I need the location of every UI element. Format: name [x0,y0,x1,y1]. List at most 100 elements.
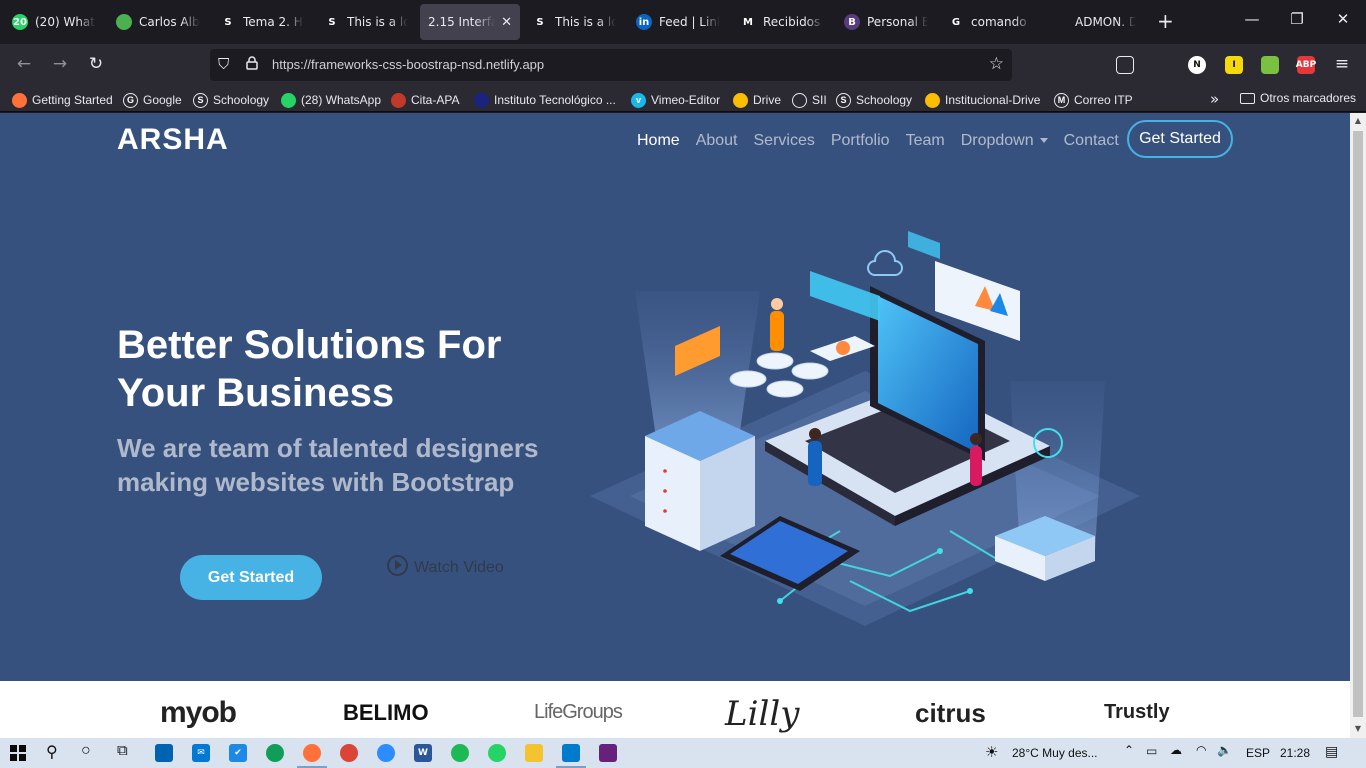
instapaper-icon[interactable]: I [1225,56,1243,74]
visual-studio-icon[interactable] [599,744,617,762]
hero-get-started-button[interactable]: Get Started [180,555,322,600]
bookmark-item[interactable]: SII [792,91,827,109]
adblock-icon[interactable]: ABP [1296,56,1316,74]
firefox-icon[interactable] [303,744,321,762]
bookmark-item[interactable]: S Schoology [193,91,269,109]
url-text[interactable]: https://frameworks-css-boostrap-nsd.netl… [272,57,544,72]
tab-title: (20) WhatsA [35,15,96,29]
scrollbar-thumb[interactable] [1353,131,1363,717]
nav-link-team[interactable]: Team [906,132,945,150]
battery-icon[interactable]: ▭ [1146,744,1157,758]
mail-icon[interactable]: ✉ [192,744,210,762]
notion-icon[interactable]: N [1188,56,1206,74]
forward-icon[interactable]: → [48,54,72,74]
nav-link-label: Dropdown [960,132,1034,149]
reload-icon[interactable]: ↻ [84,54,108,74]
bookmark-item[interactable]: Institucional-Drive [925,91,1040,109]
vscode-icon[interactable] [562,744,580,762]
bookmark-item[interactable]: Instituto Tecnológico ... [474,91,616,109]
browser-tab[interactable]: M Recibidos ( [732,4,832,40]
nav-link-home[interactable]: Home [637,132,680,150]
other-bookmarks-folder[interactable]: Otros marcadores [1240,91,1356,105]
browser-tab[interactable]: 20 (20) WhatsA [4,4,104,40]
watch-video-link[interactable]: Watch Video [387,554,504,577]
weather-icon[interactable]: ☀ [985,743,998,761]
clock[interactable]: 21:28 [1280,746,1310,760]
search-icon[interactable]: ⚲ [46,742,58,762]
cloud-icon[interactable]: ☁ [1170,743,1182,757]
pocket-icon[interactable] [1116,56,1134,74]
nav-link-services[interactable]: Services [754,132,815,150]
browser-tab[interactable]: Carlos Albe [108,4,208,40]
bookmark-star-icon[interactable]: ☆ [989,54,1004,74]
store-icon[interactable] [155,744,173,762]
browser-tab[interactable]: S Tema 2. HT [212,4,312,40]
edge-icon[interactable] [266,744,284,762]
download-icon[interactable] [1152,56,1170,74]
browser-tab[interactable]: ADMON. D [1044,4,1144,40]
nav-link-about[interactable]: About [696,132,738,150]
tracking-shield-icon[interactable]: ⛉ [218,55,229,73]
bookmark-item[interactable]: Cita-APA [391,91,459,109]
new-tab-button[interactable]: + [1157,10,1174,32]
bookmark-label: SII [812,93,827,107]
bookmarks-toolbar: Getting Started G Google S Schoology (28) Wha… [0,86,1366,112]
bookmark-item[interactable]: (28) WhatsApp [281,91,381,109]
page-scrollbar[interactable]: ▲ ▼ [1350,113,1366,738]
browser-tab[interactable]: S This is a loc [524,4,624,40]
whatsapp-icon[interactable] [488,744,506,762]
minimize-button[interactable]: — [1237,10,1267,28]
more-bookmarks-icon[interactable]: » [1210,90,1219,108]
scroll-down-icon[interactable]: ▼ [1350,724,1366,733]
todo-icon[interactable]: ✔ [229,744,247,762]
task-view-icon[interactable]: ⧉ [117,742,128,759]
address-bar[interactable]: ⛉ https://frameworks-css-boostrap-nsd.ne… [210,49,1012,81]
nav-link-portfolio[interactable]: Portfolio [831,132,890,150]
wifi-icon[interactable]: ◠ [1196,743,1206,757]
notifications-icon[interactable]: ▤ [1325,743,1338,760]
scroll-up-icon[interactable]: ▲ [1350,116,1366,125]
volume-icon[interactable]: 🔈 [1217,743,1232,757]
bookmark-item[interactable]: v Vimeo-Editor [631,91,720,109]
site-navigation: Home About Services Portfolio Team Dropdown Co… [637,132,1135,150]
bookmark-favicon-icon: S [193,92,208,108]
bookmark-label: Schoology [213,93,270,107]
zoom-icon[interactable] [377,744,395,762]
file-explorer-icon[interactable] [525,744,543,762]
menu-hamburger-icon[interactable]: ≡ [1330,54,1354,74]
header-get-started-button[interactable]: Get Started [1127,120,1233,158]
tab-title: This is a loc [347,15,408,29]
restore-button[interactable]: ❐ [1282,10,1312,28]
browser-tab[interactable]: 2.15 Interface ✕ [420,4,520,40]
windows-start-icon[interactable] [10,745,26,761]
weather-text[interactable]: 28°C Muy des... [1012,746,1098,760]
nav-link-contact[interactable]: Contact [1064,132,1119,150]
word-icon[interactable]: W [414,744,432,762]
clients-logos: myob BELIMO LifeGroups Lilly citrus Trustly [0,681,1350,738]
tab-close-icon[interactable]: ✕ [501,15,512,30]
browser-tab[interactable]: B Personal Bo [836,4,936,40]
nav-link-label: Contact [1063,132,1119,149]
lock-icon[interactable] [246,56,258,70]
chevron-up-icon[interactable]: ⌃ [1124,743,1134,757]
bookmark-item[interactable]: G Google [123,91,182,109]
bookmark-label: Drive [753,93,782,107]
bookmark-favicon-icon: v [631,92,646,108]
bookmark-item[interactable]: M Correo ITP [1054,91,1133,109]
bookmark-item[interactable]: S Schoology [836,91,912,109]
browser-tab[interactable]: in Feed | Linke [628,4,728,40]
cortana-icon[interactable]: ○ [81,742,91,760]
browser-tab[interactable]: Gcomando p [940,4,1040,40]
bookmark-item[interactable]: Getting Started [12,91,113,109]
window-close-button[interactable]: ✕ [1328,10,1358,28]
back-icon[interactable]: ← [12,54,36,74]
nav-link-dropdown[interactable]: Dropdown [961,132,1048,150]
language-indicator[interactable]: ESP [1246,746,1270,760]
spotify-icon[interactable] [451,744,469,762]
tab-title: Carlos Albe [139,15,200,29]
browser-tab[interactable]: S This is a loc [316,4,416,40]
bookmark-item[interactable]: Drive [733,91,781,109]
downloader-icon[interactable] [1261,56,1279,74]
site-logo[interactable]: ARSHA [117,123,229,157]
chrome-icon[interactable] [340,744,358,762]
